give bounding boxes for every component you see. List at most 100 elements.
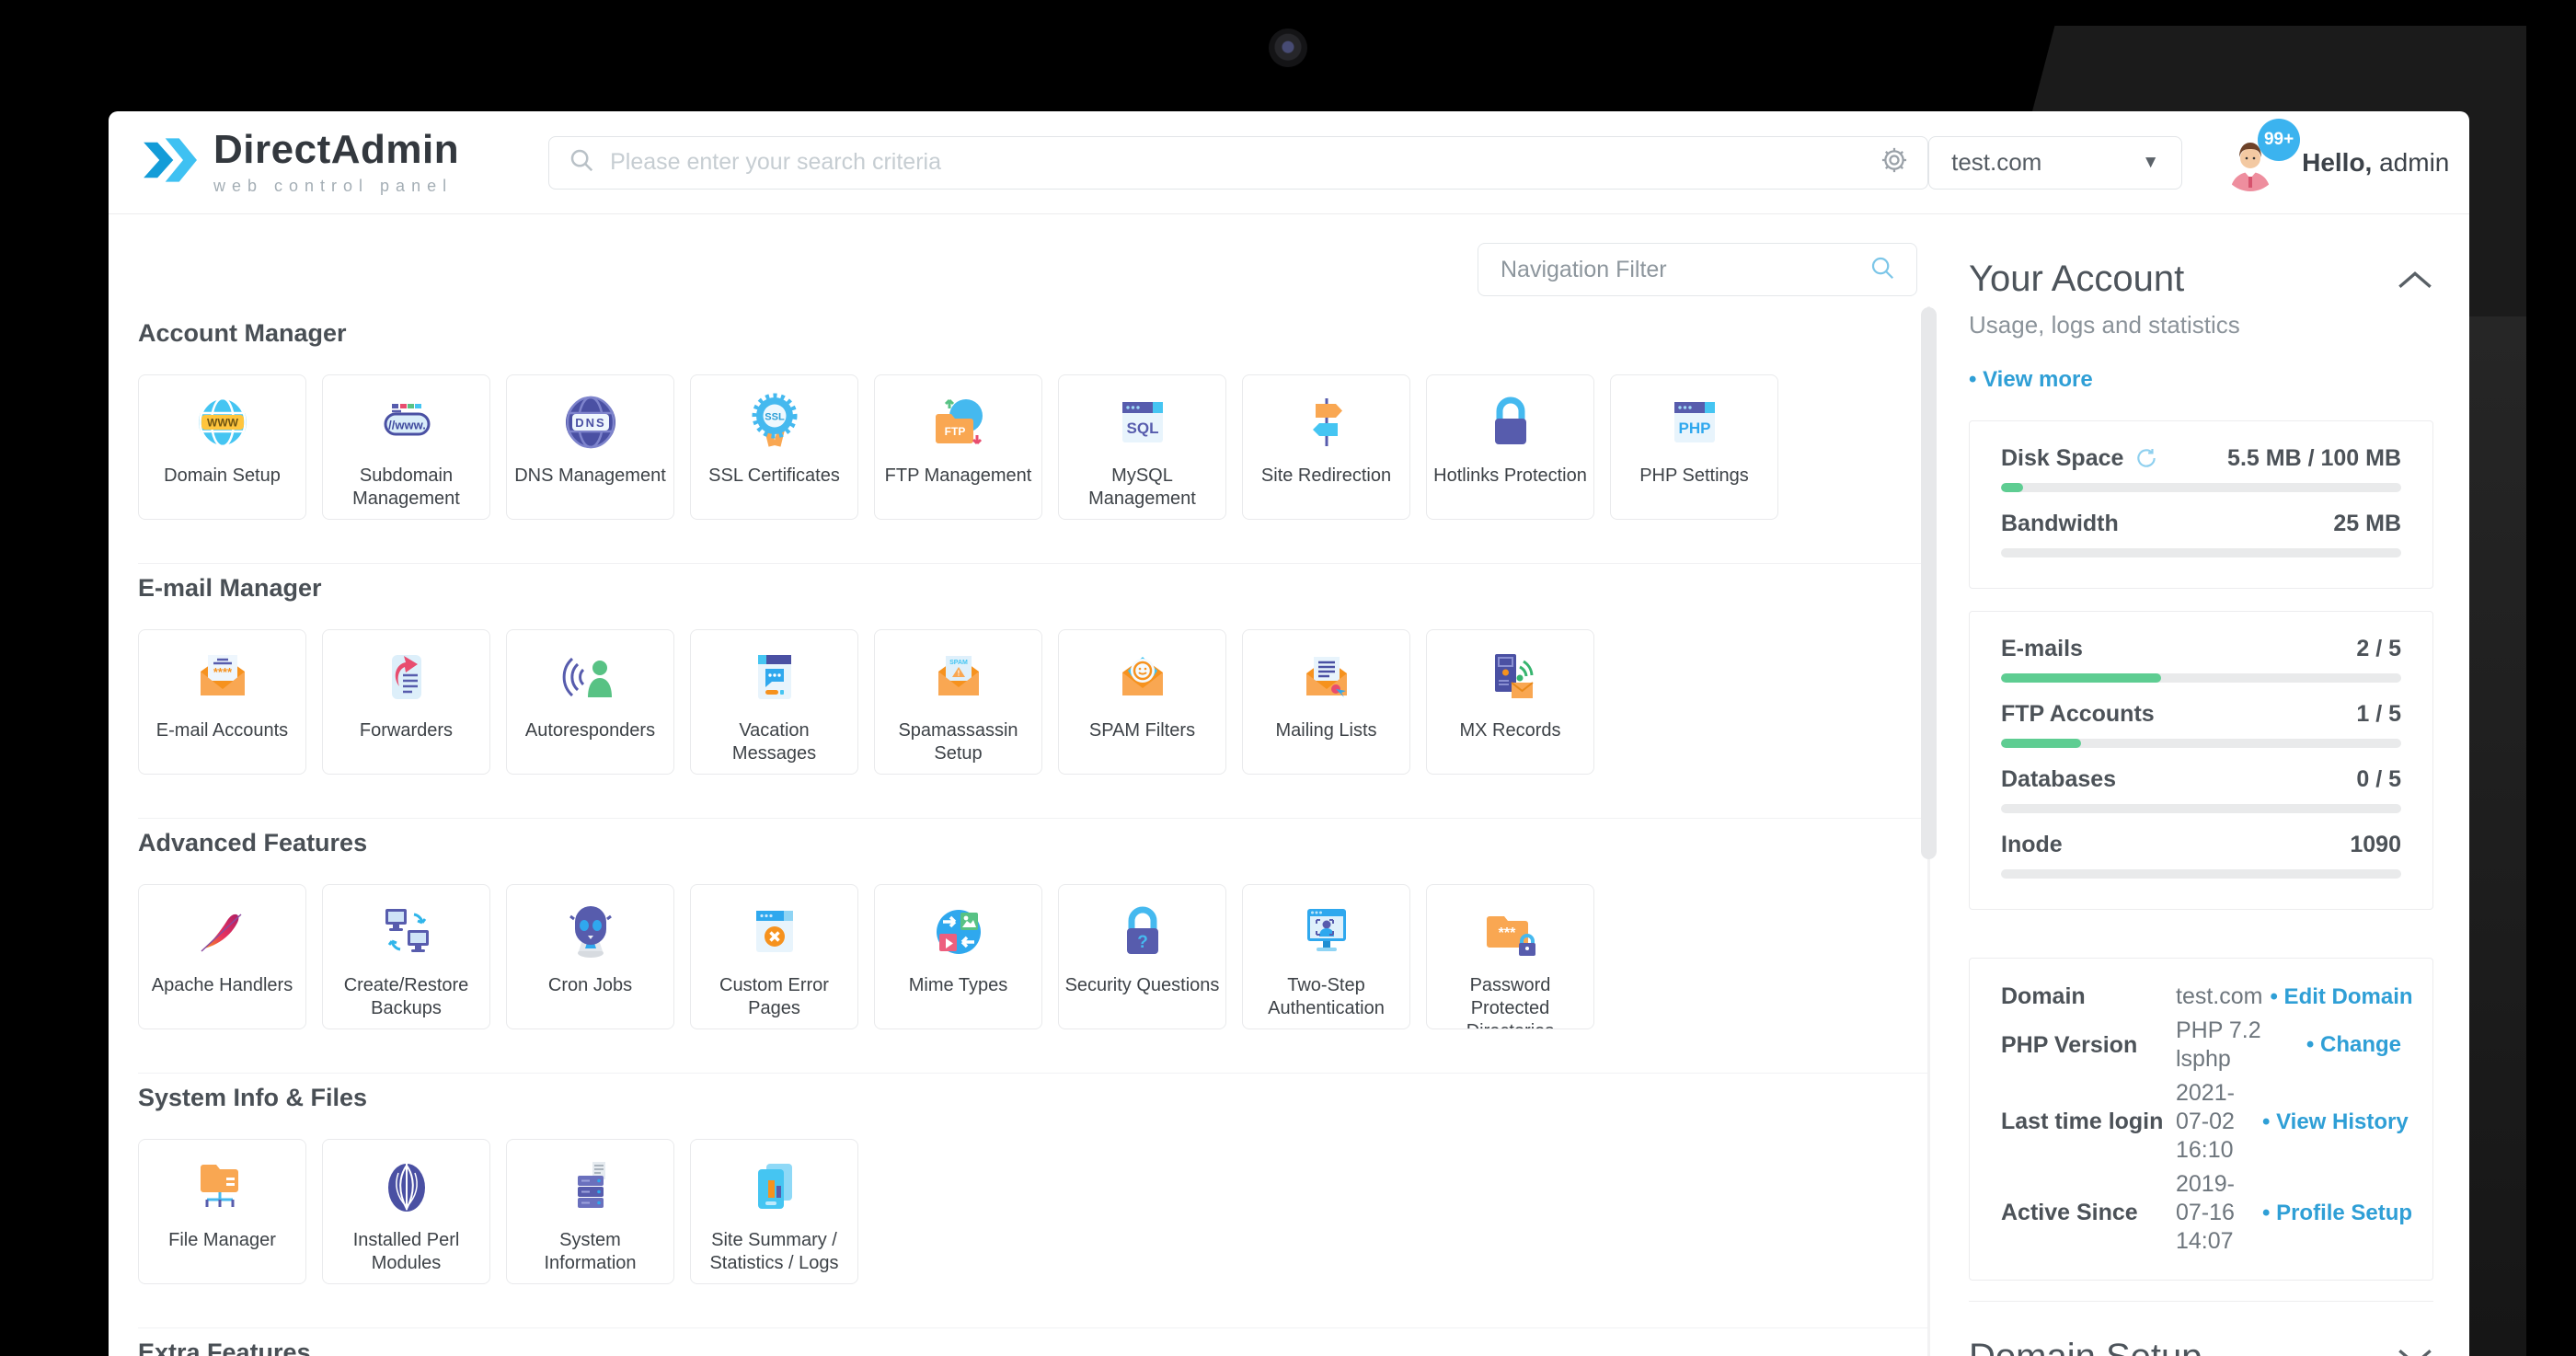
scrollbar-thumb[interactable] bbox=[1921, 307, 1937, 859]
section-title: Account Manager bbox=[138, 319, 347, 347]
feature-card-ssl-certificates[interactable]: SSL SSL Certificates bbox=[690, 374, 858, 520]
directadmin-logo[interactable]: DirectAdmin web control panel bbox=[142, 129, 459, 196]
usage-progress-track bbox=[2001, 804, 2401, 813]
domain-selector[interactable]: test.com ▼ bbox=[1928, 135, 2183, 190]
feature-card-mysql-management[interactable]: SQL MySQL Management bbox=[1058, 374, 1226, 520]
username: admin bbox=[2379, 147, 2450, 177]
feature-card-security-questions[interactable]: ? Security Questions bbox=[1058, 884, 1226, 1029]
feature-card-file-manager[interactable]: File Manager bbox=[138, 1139, 306, 1284]
usage-card: Disk Space 5.5 MB / 100 MB Bandwidth 25 MB bbox=[1969, 420, 2433, 589]
feature-card-vacation-messages[interactable]: Vacation Messages bbox=[690, 629, 858, 775]
hotlinks-protection-icon bbox=[1477, 388, 1545, 456]
mime-types-icon bbox=[925, 898, 993, 966]
feature-card-e-mail-accounts[interactable]: **** E-mail Accounts bbox=[138, 629, 306, 775]
feature-card-ftp-management[interactable]: FTP FTP Management bbox=[874, 374, 1042, 520]
installed-perl-modules-icon bbox=[373, 1153, 441, 1221]
feature-card-system-information[interactable]: System Information bbox=[506, 1139, 674, 1284]
section-advanced-features: Advanced Features Apache Handlers Create/R… bbox=[138, 819, 1928, 1074]
feature-card-installed-perl-modules[interactable]: Installed Perl Modules bbox=[322, 1139, 490, 1284]
view-more-link[interactable]: • View more bbox=[1969, 367, 2093, 393]
feature-card-dns-management[interactable]: DNS DNS Management bbox=[506, 374, 674, 520]
feature-card-label: Two-Step Authentication bbox=[1268, 975, 1385, 1018]
top-header: DirectAdmin web control panel tes bbox=[109, 111, 2469, 214]
forwarders-icon bbox=[373, 643, 441, 711]
usage-value: 25 MB bbox=[2333, 510, 2401, 536]
usage-label: E-mails bbox=[2001, 635, 2083, 661]
chevron-up-icon[interactable] bbox=[2397, 269, 2433, 291]
info-row-active-since: Active Since 2019-07-16 14:07 • Profile Se… bbox=[2001, 1170, 2412, 1256]
svg-text:!: ! bbox=[957, 670, 960, 678]
feature-card-site-summary-statistics-logs[interactable]: Site Summary / Statistics / Logs bbox=[690, 1139, 858, 1284]
global-search-box bbox=[548, 135, 1929, 190]
vacation-messages-icon bbox=[741, 643, 809, 711]
feature-card-hotlinks-protection[interactable]: Hotlinks Protection bbox=[1426, 374, 1594, 520]
collapsed-section-title: Domain Setup bbox=[1969, 1337, 2202, 1356]
section-title: E-mail Manager bbox=[138, 574, 322, 602]
info-link[interactable]: • Profile Setup bbox=[2262, 1201, 2412, 1226]
info-link[interactable]: • Change bbox=[2306, 1032, 2401, 1058]
feature-card-site-redirection[interactable]: Site Redirection bbox=[1242, 374, 1410, 520]
user-menu[interactable]: 99+ Hello, admin ▼ bbox=[2221, 118, 2469, 192]
global-search-input[interactable] bbox=[608, 148, 1880, 177]
usage-card: E-mails 2 / 5 FTP Accounts 1 / 5 Databases 0 … bbox=[1969, 611, 2433, 910]
feature-card-custom-error-pages[interactable]: Custom Error Pages bbox=[690, 884, 858, 1029]
feature-card-label: Subdomain Management bbox=[352, 465, 460, 509]
domain-setup-section-header[interactable]: Domain Setup bbox=[1969, 1337, 2433, 1356]
feature-card-php-settings[interactable]: PHP PHP Settings bbox=[1610, 374, 1778, 520]
section-title: Advanced Features bbox=[138, 829, 368, 856]
usage-progress-track bbox=[2001, 483, 2401, 492]
feature-card-label: MX Records bbox=[1459, 720, 1561, 741]
spam-filters-icon bbox=[1109, 643, 1177, 711]
usage-value: 2 / 5 bbox=[2356, 635, 2401, 661]
usage-label: Databases bbox=[2001, 765, 2117, 792]
feature-card-spam-filters[interactable]: SPAM Filters bbox=[1058, 629, 1226, 775]
feature-card-label: Apache Handlers bbox=[151, 975, 293, 995]
usage-progress-track bbox=[2001, 548, 2401, 557]
section-title: Extra Features bbox=[138, 1339, 311, 1356]
svg-text:WWW: WWW bbox=[207, 417, 239, 430]
feature-card-autoresponders[interactable]: Autoresponders bbox=[506, 629, 674, 775]
info-row-php-version: PHP Version PHP 7.2 lsphp • Change bbox=[2001, 1017, 2401, 1074]
feature-card-cron-jobs[interactable]: Cron Jobs bbox=[506, 884, 674, 1029]
info-label: PHP Version bbox=[2001, 1031, 2138, 1058]
section-account-manager: Account Manager WWW Domain Setup //www. Subd… bbox=[138, 309, 1928, 564]
mysql-management-icon: SQL bbox=[1109, 388, 1177, 456]
usage-progress-fill bbox=[2001, 739, 2081, 748]
info-link[interactable]: • Edit Domain bbox=[2270, 984, 2412, 1010]
usage-row-disk-space: Disk Space 5.5 MB / 100 MB bbox=[2001, 444, 2401, 492]
feature-card-domain-setup[interactable]: WWW Domain Setup bbox=[138, 374, 306, 520]
feature-card-mailing-lists[interactable]: Mailing Lists bbox=[1242, 629, 1410, 775]
feature-card-create-restore-backups[interactable]: Create/Restore Backups bbox=[322, 884, 490, 1029]
feature-card-label: Security Questions bbox=[1064, 975, 1220, 995]
feature-card-label: PHP Settings bbox=[1639, 465, 1749, 486]
feature-card-label: System Information bbox=[544, 1230, 637, 1273]
avatar: 99+ bbox=[2221, 118, 2301, 192]
feature-card-two-step-authentication[interactable]: Two-Step Authentication bbox=[1242, 884, 1410, 1029]
notification-badge[interactable]: 99+ bbox=[2258, 118, 2301, 161]
svg-text:SQL: SQL bbox=[1126, 419, 1158, 437]
info-label: Last time login bbox=[2001, 1109, 2164, 1134]
info-link[interactable]: • View History bbox=[2262, 1109, 2409, 1135]
settings-gear-icon[interactable] bbox=[1880, 145, 1909, 179]
chevron-down-icon: ▼ bbox=[2466, 153, 2469, 172]
navigation-filter-box bbox=[1478, 243, 1917, 296]
feature-card-subdomain-management[interactable]: //www. Subdomain Management bbox=[322, 374, 490, 520]
info-row-last-time-login: Last time login 2021-07-02 16:10 • View Hi… bbox=[2001, 1079, 2409, 1165]
refresh-icon[interactable] bbox=[2134, 446, 2158, 470]
feature-card-label: Custom Error Pages bbox=[719, 975, 829, 1018]
navigation-filter-input[interactable] bbox=[1499, 255, 1869, 284]
feature-card-label: E-mail Accounts bbox=[155, 720, 289, 741]
feature-card-apache-handlers[interactable]: Apache Handlers bbox=[138, 884, 306, 1029]
feature-card-mx-records[interactable]: MX Records bbox=[1426, 629, 1594, 775]
php-settings-icon: PHP bbox=[1661, 388, 1729, 456]
feature-card-forwarders[interactable]: Forwarders bbox=[322, 629, 490, 775]
feature-card-mime-types[interactable]: Mime Types bbox=[874, 884, 1042, 1029]
usage-row-databases: Databases 0 / 5 bbox=[2001, 765, 2401, 813]
domain-selector-value: test.com bbox=[1951, 148, 2042, 176]
feature-card-spamassassin-setup[interactable]: SPAM! Spamassassin Setup bbox=[874, 629, 1042, 775]
feature-card-password-protected-directories[interactable]: *** Password Protected Directories bbox=[1426, 884, 1594, 1029]
password-protected-directories-icon: *** bbox=[1477, 898, 1545, 966]
info-label: Active Since bbox=[2001, 1200, 2138, 1225]
sidebar-subtitle: Usage, logs and statistics bbox=[1969, 311, 2240, 339]
usage-label: Inode bbox=[2001, 831, 2063, 857]
